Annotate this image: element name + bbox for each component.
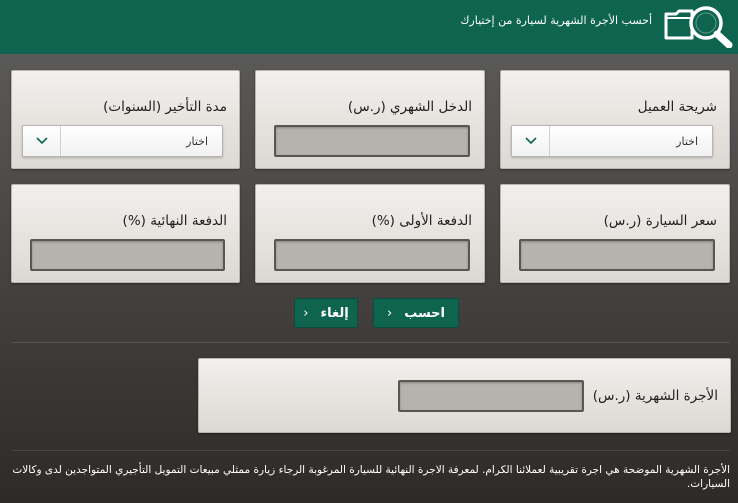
monthly-payment-result-label: الأجرة الشهرية (ر.س) bbox=[592, 388, 718, 404]
monthly-income-card: الدخل الشهري (ر.س) bbox=[255, 70, 485, 169]
page-title: أحسب الأجرة الشهرية لسيارة من إختيارك bbox=[460, 14, 652, 27]
monthly-income-label: الدخل الشهري (ر.س) bbox=[347, 99, 472, 115]
car-price-card: سعر السيارة (ر.س) bbox=[500, 184, 730, 283]
final-payment-input[interactable] bbox=[30, 239, 225, 271]
customer-segment-label: شريحة العميل bbox=[637, 99, 717, 115]
calculate-button[interactable]: احسب ‹ bbox=[373, 298, 459, 328]
monthly-income-input[interactable] bbox=[274, 125, 470, 157]
app-header: أحسب الأجرة الشهرية لسيارة من إختيارك bbox=[0, 0, 738, 54]
customer-segment-selected-value: اختار bbox=[676, 135, 698, 148]
down-payment-label: الدفعة الأولى (%) bbox=[371, 213, 472, 229]
chevron-left-icon: ‹ bbox=[303, 305, 309, 321]
monthly-payment-result-card: الأجرة الشهرية (ر.س) bbox=[198, 358, 731, 433]
disclaimer-text: الأجرة الشهرية الموضحة هي اجرة تقريبية ل… bbox=[12, 464, 730, 490]
down-payment-input[interactable] bbox=[274, 239, 470, 271]
chevron-down-icon[interactable] bbox=[512, 126, 550, 156]
final-payment-label: الدفعة النهائية (%) bbox=[122, 213, 227, 229]
customer-segment-select[interactable]: اختار bbox=[511, 125, 713, 157]
monthly-payment-result-output bbox=[398, 380, 584, 412]
footer-divider bbox=[12, 450, 730, 451]
customer-segment-card: شريحة العميل اختار bbox=[500, 70, 730, 169]
car-price-label: سعر السيارة (ر.س) bbox=[603, 213, 717, 229]
search-folder-icon bbox=[662, 4, 734, 49]
chevron-left-icon: ‹ bbox=[386, 305, 393, 321]
cancel-button[interactable]: إلغاء ‹ bbox=[294, 298, 358, 328]
chevron-down-icon[interactable] bbox=[23, 126, 61, 156]
cancel-button-label: إلغاء bbox=[320, 305, 349, 321]
lease-term-card: مدة التأخير (السنوات) اختار bbox=[11, 70, 240, 169]
section-divider bbox=[12, 342, 730, 343]
down-payment-card: الدفعة الأولى (%) bbox=[255, 184, 485, 283]
final-payment-card: الدفعة النهائية (%) bbox=[11, 184, 240, 283]
lease-term-selected-value: اختار bbox=[186, 135, 208, 148]
calculate-button-label: احسب bbox=[404, 305, 446, 321]
lease-term-select[interactable]: اختار bbox=[22, 125, 223, 157]
lease-term-label: مدة التأخير (السنوات) bbox=[103, 99, 227, 115]
car-price-input[interactable] bbox=[519, 239, 715, 271]
